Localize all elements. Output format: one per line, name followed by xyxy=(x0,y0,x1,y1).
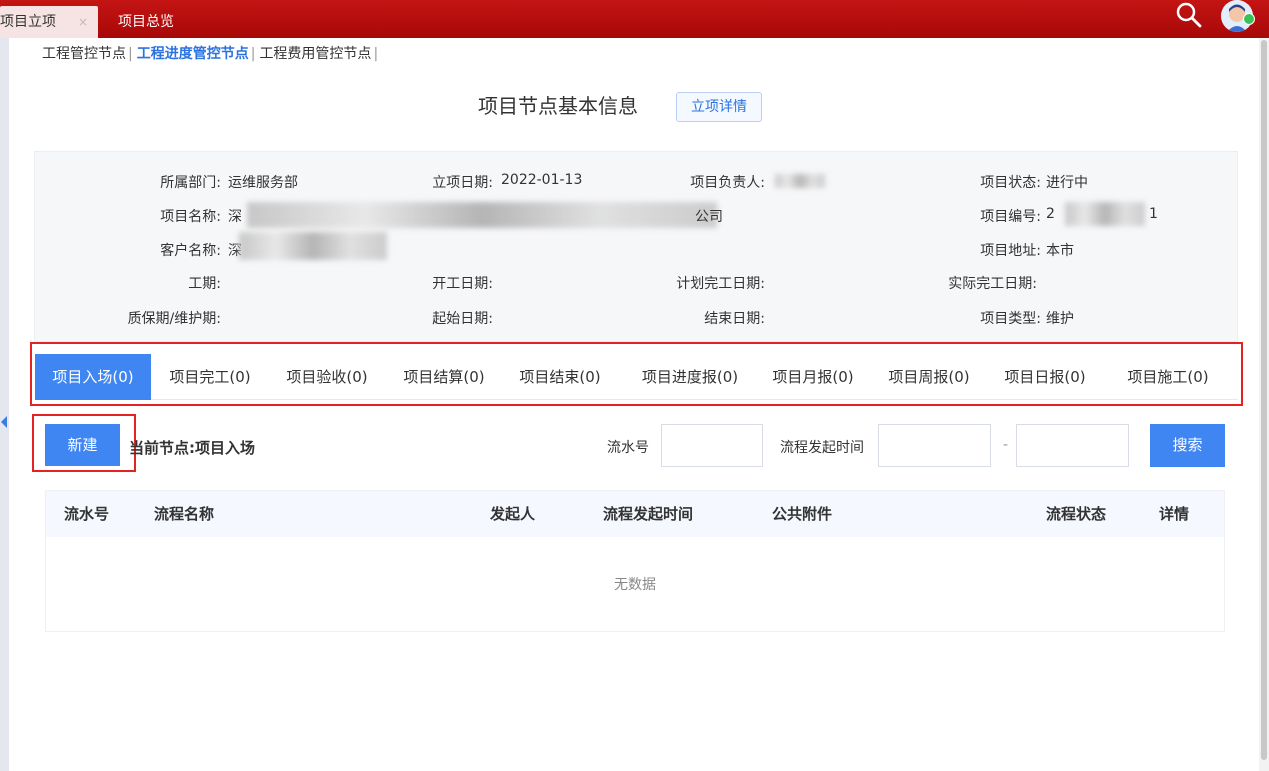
date-value: 2022-01-13 xyxy=(501,172,583,188)
owner-label: 项目负责人: xyxy=(690,175,765,191)
separator: | xyxy=(128,46,133,62)
column-status: 流程状态 xyxy=(1046,505,1107,523)
code-value-start: 2 xyxy=(1046,206,1055,222)
column-start-time: 流程发起时间 xyxy=(603,505,694,523)
code-label: 项目编号: xyxy=(980,209,1041,225)
name-value-end: 公司 xyxy=(695,209,723,225)
start-time-to-input[interactable] xyxy=(1016,424,1129,467)
begin-date-label: 起始日期: xyxy=(432,311,493,327)
column-attachments: 公共附件 xyxy=(772,505,833,523)
dept-label: 所属部门: xyxy=(160,175,221,191)
online-status-icon xyxy=(1243,13,1255,25)
status-value: 进行中 xyxy=(1046,175,1088,191)
separator: | xyxy=(373,46,379,62)
info-row: 项目名称: 深 公司 项目编号: 2 1 xyxy=(35,202,1237,228)
current-node-label: 当前节点:项目入场 xyxy=(129,439,255,457)
start-date-label: 开工日期: xyxy=(432,276,493,292)
start-time-from-input[interactable] xyxy=(878,424,991,467)
tabs-highlight-box xyxy=(30,342,1243,406)
column-process-name: 流程名称 xyxy=(154,505,215,523)
end-date-label: 结束日期: xyxy=(704,311,765,327)
address-value: 本市 xyxy=(1046,243,1074,259)
separator: | xyxy=(250,46,256,62)
redacted-code xyxy=(1065,202,1145,226)
subnav-item-cost-control[interactable]: 工程费用管控节点 xyxy=(259,38,371,70)
start-time-label: 流程发起时间 xyxy=(780,440,864,456)
empty-state: 无数据 xyxy=(614,577,656,593)
serial-number-input[interactable] xyxy=(661,424,763,467)
name-label: 项目名称: xyxy=(160,209,221,225)
address-label: 项目地址: xyxy=(980,243,1041,259)
subnav-item-progress-control[interactable]: 工程进度管控节点 xyxy=(137,38,249,70)
redacted-client xyxy=(239,232,387,260)
dept-value: 运维服务部 xyxy=(228,175,298,191)
side-collapse-strip[interactable] xyxy=(0,38,9,771)
serial-label: 流水号 xyxy=(607,440,649,456)
project-info-panel: 所属部门: 运维服务部 立项日期: 2022-01-13 项目负责人: 项目状态… xyxy=(34,151,1238,342)
process-table: 流水号 流程名称 发起人 流程发起时间 公共附件 流程状态 详情 无数据 xyxy=(45,490,1225,632)
top-bar xyxy=(0,0,1269,38)
page-title: 项目节点基本信息 xyxy=(478,94,638,118)
scrollbar-thumb[interactable] xyxy=(1261,40,1267,760)
date-label: 立项日期: xyxy=(432,175,493,191)
warranty-label: 质保期/维护期: xyxy=(127,311,221,327)
tab-label: 项目总览 xyxy=(118,14,174,30)
status-label: 项目状态: xyxy=(980,175,1041,191)
project-detail-button[interactable]: 立项详情 xyxy=(676,92,762,122)
redacted-owner xyxy=(775,174,825,188)
search-icon[interactable] xyxy=(1175,1,1203,29)
range-dash: - xyxy=(1003,437,1009,453)
code-value-end: 1 xyxy=(1149,206,1158,222)
redacted-name xyxy=(247,202,717,228)
table-header: 流水号 流程名称 发起人 流程发起时间 公共附件 流程状态 详情 xyxy=(46,491,1224,537)
name-value-start: 深 xyxy=(228,209,242,225)
search-button[interactable]: 搜索 xyxy=(1150,424,1225,467)
close-icon[interactable]: × xyxy=(78,6,88,38)
info-row: 质保期/维护期: 起始日期: 结束日期: 项目类型: 维护 xyxy=(35,308,1237,328)
column-initiator: 发起人 xyxy=(490,505,536,523)
info-row: 工期: 开工日期: 计划完工日期: 实际完工日期: xyxy=(35,273,1237,293)
sub-navigation: 工程管控节点 | 工程进度管控节点 | 工程费用管控节点 | xyxy=(42,38,382,70)
column-serial: 流水号 xyxy=(64,505,110,523)
period-label: 工期: xyxy=(188,276,221,292)
plan-end-label: 计划完工日期: xyxy=(676,276,765,292)
info-row: 客户名称: 深 项目地址: 本市 xyxy=(35,232,1237,260)
client-label: 客户名称: xyxy=(160,243,221,259)
info-row: 所属部门: 运维服务部 立项日期: 2022-01-13 项目负责人: 项目状态… xyxy=(35,172,1237,192)
column-details: 详情 xyxy=(1159,505,1190,523)
collapse-arrow-icon[interactable] xyxy=(1,416,7,428)
tab-label: 项目立项 xyxy=(0,14,56,30)
actual-end-label: 实际完工日期: xyxy=(948,276,1037,292)
new-button-highlight-box xyxy=(32,414,136,472)
tab-project-initiation[interactable]: 项目立项 × xyxy=(0,6,98,38)
type-value: 维护 xyxy=(1046,311,1074,327)
type-label: 项目类型: xyxy=(980,311,1041,327)
subnav-item-project-control[interactable]: 工程管控节点 xyxy=(42,38,126,70)
tab-project-overview[interactable]: 项目总览 xyxy=(118,6,174,38)
